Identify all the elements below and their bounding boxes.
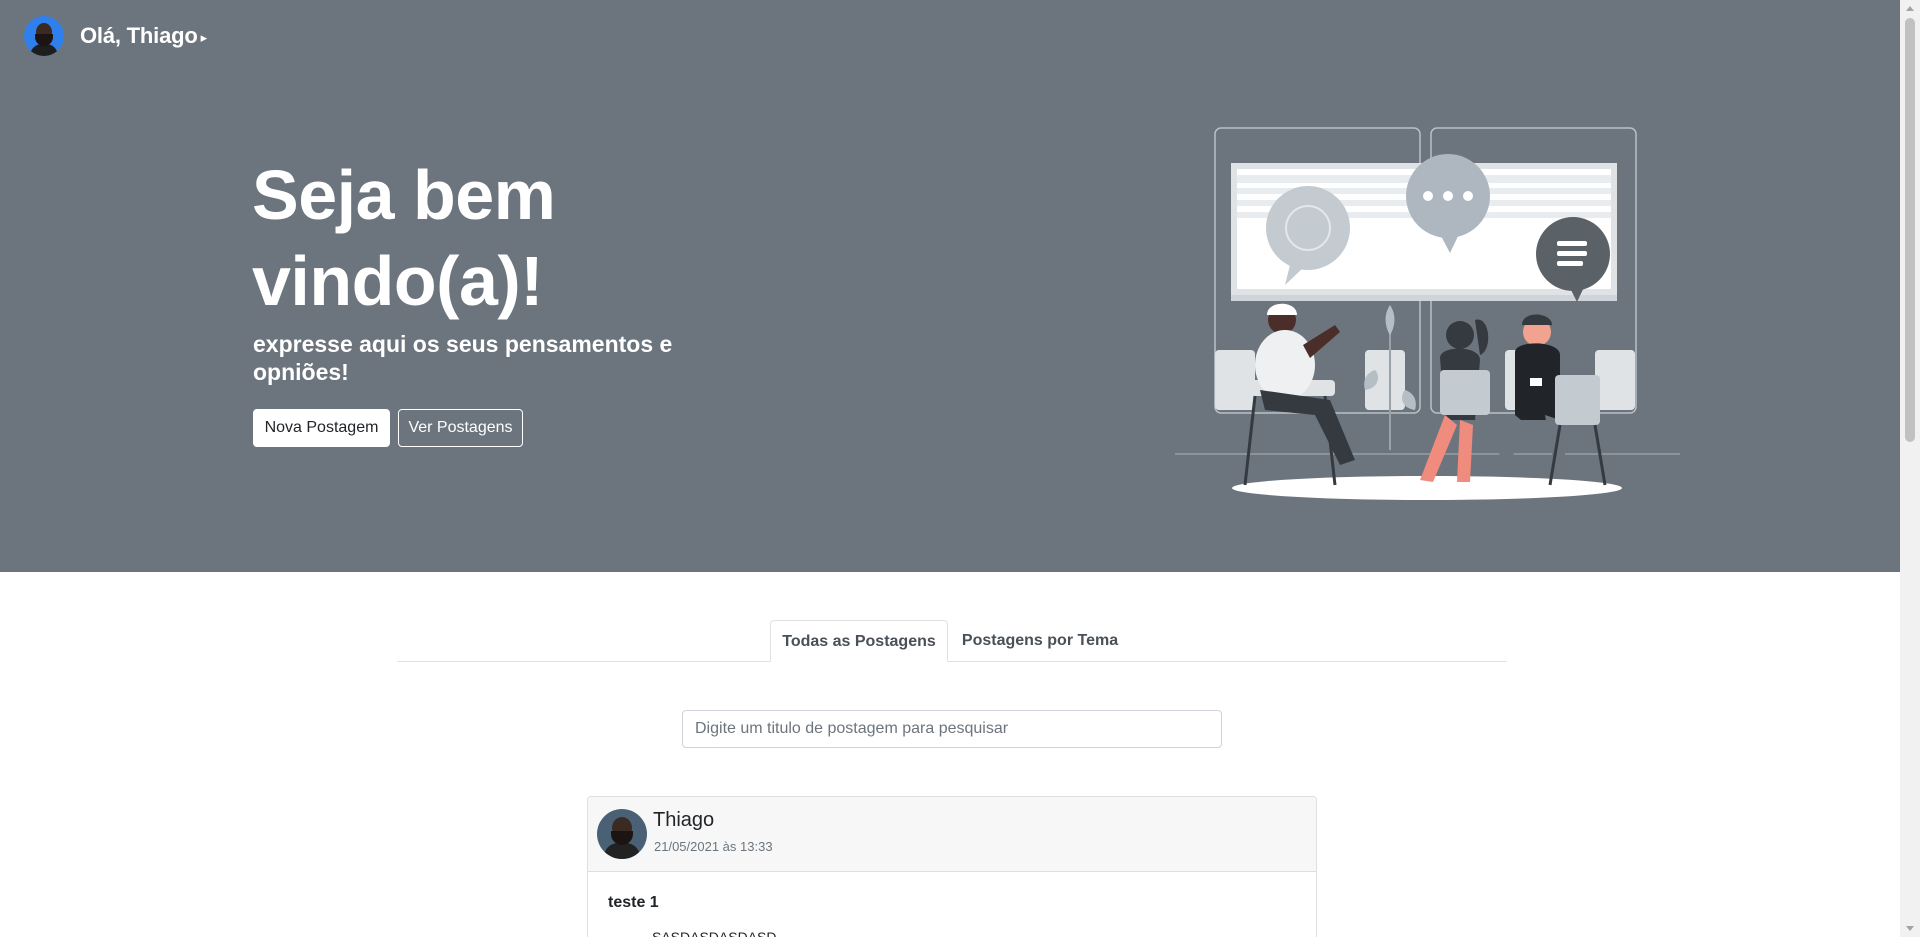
tab-all-posts[interactable]: Todas as Postagens: [770, 620, 948, 662]
hero-title: Seja bem vindo(a)!: [252, 156, 556, 320]
tab-posts-by-theme[interactable]: Postagens por Tema: [950, 620, 1130, 662]
user-greeting[interactable]: Olá, Thiago: [80, 23, 198, 49]
hero-banner: Olá, Thiago ▸ Seja bem vindo(a)! express…: [0, 0, 1900, 572]
scrollbar-thumb[interactable]: [1905, 18, 1915, 442]
post-date: 21/05/2021 às 13:33: [654, 839, 773, 854]
user-avatar[interactable]: [24, 16, 64, 56]
user-menu[interactable]: Olá, Thiago ▸: [24, 16, 207, 56]
new-post-button[interactable]: Nova Postagem: [253, 409, 390, 447]
view-posts-button[interactable]: Ver Postagens: [398, 409, 523, 447]
post-title: teste 1: [608, 894, 659, 911]
page-scrollbar[interactable]: [1900, 0, 1920, 937]
chevron-right-icon[interactable]: ▸: [201, 30, 208, 46]
scroll-up-icon[interactable]: [1906, 6, 1914, 11]
post-card-header: Thiago 21/05/2021 às 13:33: [588, 797, 1316, 872]
meeting-illustration: [1175, 127, 1680, 500]
scroll-down-icon[interactable]: [1906, 926, 1914, 931]
post-author: Thiago: [653, 809, 715, 831]
post-card: Thiago 21/05/2021 às 13:33 teste 1 SASDA…: [587, 796, 1317, 937]
post-text: SASDASDASDASD: [652, 929, 777, 937]
hero-subtitle: expresse aqui os seus pensamentos e opni…: [253, 331, 673, 385]
search-input[interactable]: [682, 710, 1222, 748]
author-avatar: [597, 809, 647, 859]
